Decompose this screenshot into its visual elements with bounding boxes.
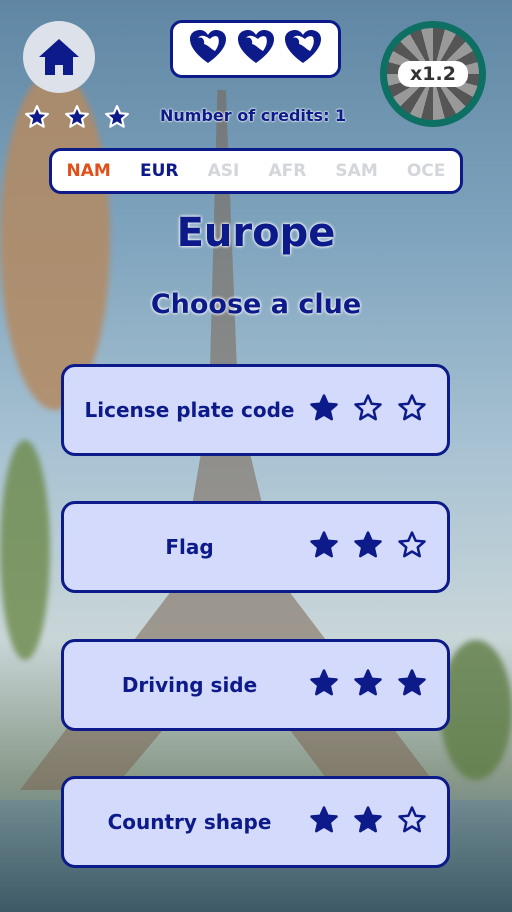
multiplier-wheel[interactable]: x1.2 [380,21,486,127]
clue-difficulty [309,393,447,427]
heart-icon [236,29,276,69]
multiplier-label: x1.2 [398,61,468,87]
star-icon [104,104,130,134]
earned-stars [24,104,130,134]
star-filled-icon [309,530,339,564]
star-filled-icon [309,393,339,427]
page-title: Europe [176,210,336,256]
star-icon [64,104,90,134]
clue-difficulty [309,805,447,839]
heart-icon [283,29,323,69]
clue-label: Country shape [107,810,272,834]
clue-label: License plate code [84,398,295,422]
star-outline-icon [397,393,427,427]
region-tab-nam[interactable]: NAM [67,161,111,181]
clue-button[interactable]: Flag [61,501,450,593]
clue-label: Driving side [121,673,258,697]
clue-button[interactable]: License plate code [61,364,450,456]
region-tabs: NAM EUR ASI AFR SAM OCE [49,148,463,194]
region-tab-sam[interactable]: SAM [335,161,377,181]
clue-button[interactable]: Driving side [61,639,450,731]
background-tree [0,440,50,660]
region-tab-afr[interactable]: AFR [268,161,306,181]
star-icon [24,104,50,134]
star-filled-icon [397,668,427,702]
star-filled-icon [309,668,339,702]
credits-count: Number of credits: 1 [160,106,347,125]
star-outline-icon [353,393,383,427]
clue-button[interactable]: Country shape [61,776,450,868]
clue-label: Flag [165,535,214,559]
clue-difficulty [309,668,447,702]
clue-difficulty [309,530,447,564]
lives-panel [170,20,341,78]
star-filled-icon [353,805,383,839]
star-filled-icon [353,530,383,564]
region-tab-oce[interactable]: OCE [407,161,446,181]
region-tab-asi[interactable]: ASI [208,161,240,181]
background-tree [440,640,512,780]
home-button[interactable] [23,21,95,93]
region-tab-eur[interactable]: EUR [140,161,179,181]
heart-icon [188,29,228,69]
star-filled-icon [309,805,339,839]
star-filled-icon [353,668,383,702]
star-outline-icon [397,805,427,839]
star-outline-icon [397,530,427,564]
home-icon [39,39,79,75]
page-subtitle: Choose a clue [150,289,362,320]
